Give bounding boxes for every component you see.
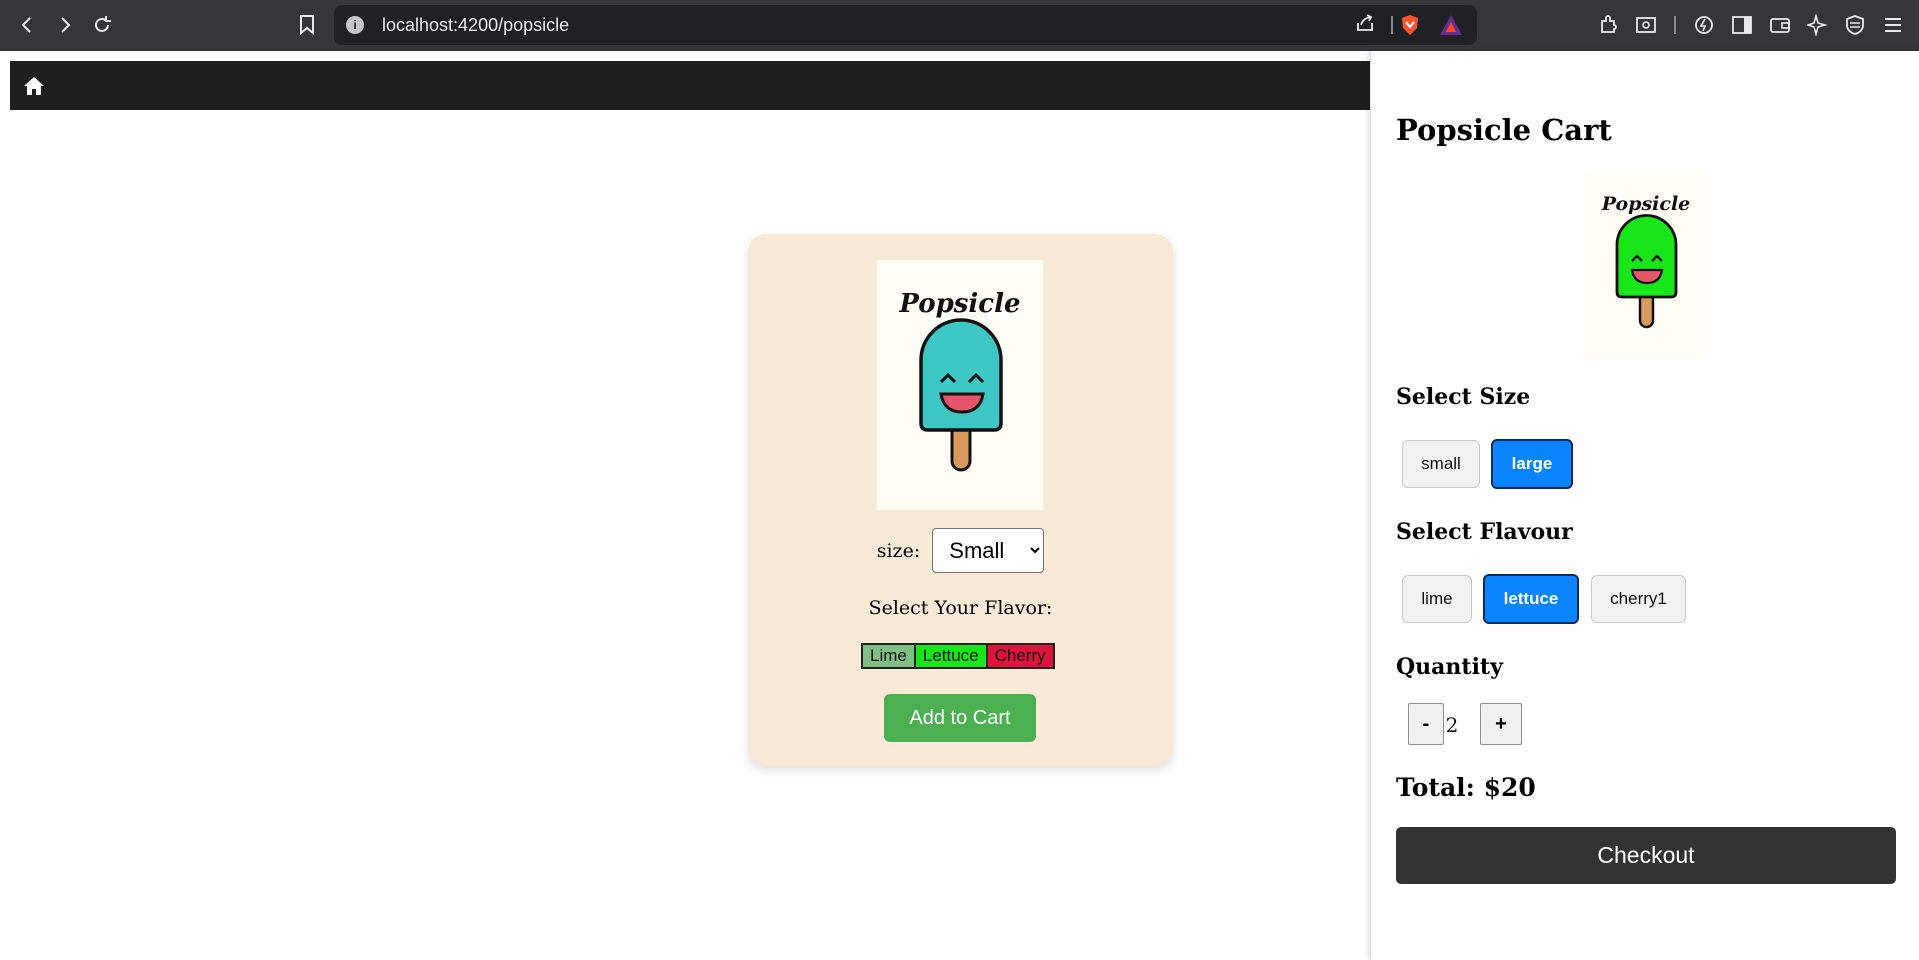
flavor-lime-button[interactable]: Lime [861,643,916,669]
speedreader-icon[interactable] [1691,12,1717,38]
flavor-swatches: Lime Lettuce Cherry [861,643,1055,669]
flavour-lettuce-button[interactable]: lettuce [1483,574,1579,624]
page-search-icon[interactable] [1633,12,1659,38]
cart-sidebar: Popsicle Cart Popsicle Select Size small… [1370,51,1919,960]
product-card: Popsicle size: Small Select Your Flavor:… [748,234,1173,766]
bookmark-icon[interactable] [294,12,320,38]
flavor-title: Select Your Flavor: [868,597,1053,619]
flavour-cherry1-button[interactable]: cherry1 [1591,575,1686,623]
site-info-icon[interactable]: i [346,16,364,34]
home-icon[interactable] [22,74,46,98]
wallet-icon[interactable] [1767,12,1793,38]
divider [1674,16,1676,34]
cart-total: Total: $20 [1396,773,1536,802]
brave-rewards-icon[interactable] [1439,14,1463,36]
divider [1391,16,1393,34]
quantity-value: 2 [1445,713,1459,737]
back-icon[interactable] [14,12,40,38]
product-image: Popsicle [877,260,1043,510]
extensions-icon[interactable] [1596,12,1622,38]
url-text[interactable]: localhost:4200/popsicle [382,15,569,36]
checkout-button[interactable]: Checkout [1396,827,1896,884]
navbar [10,61,1370,110]
size-small-button[interactable]: small [1402,440,1480,488]
add-to-cart-button[interactable]: Add to Cart [884,694,1036,742]
menu-icon[interactable] [1880,12,1906,38]
flavor-lettuce-button[interactable]: Lettuce [915,643,988,669]
size-row: size: Small [748,528,1173,573]
quantity-increase-button[interactable]: + [1480,703,1522,745]
size-select[interactable]: Small [932,528,1045,573]
address-bar[interactable]: i localhost:4200/popsicle [334,5,1477,45]
leo-ai-icon[interactable] [1805,12,1831,38]
forward-icon[interactable] [52,12,78,38]
share-icon[interactable] [1355,13,1375,39]
cart-product-image: Popsicle [1585,171,1707,359]
flavor-cherry-button[interactable]: Cherry [987,643,1055,669]
cart-title: Popsicle Cart [1396,113,1612,147]
cart-popsicle-logo-text: Popsicle [1601,193,1691,215]
vpn-icon[interactable] [1842,12,1868,38]
reload-icon[interactable] [89,12,115,38]
popsicle-logo-text: Popsicle [898,289,1020,319]
quantity-heading: Quantity [1396,654,1503,680]
brave-shields-icon[interactable] [1399,14,1421,36]
select-size-heading: Select Size [1396,384,1531,410]
sidebar-icon[interactable] [1729,12,1755,38]
size-large-button[interactable]: large [1491,439,1573,489]
flavour-lime-button[interactable]: lime [1402,575,1472,623]
select-flavour-heading: Select Flavour [1396,519,1573,545]
browser-chrome: i localhost:4200/popsicle [0,0,1919,51]
size-label: size: [876,539,921,562]
quantity-decrease-button[interactable]: - [1408,703,1444,745]
